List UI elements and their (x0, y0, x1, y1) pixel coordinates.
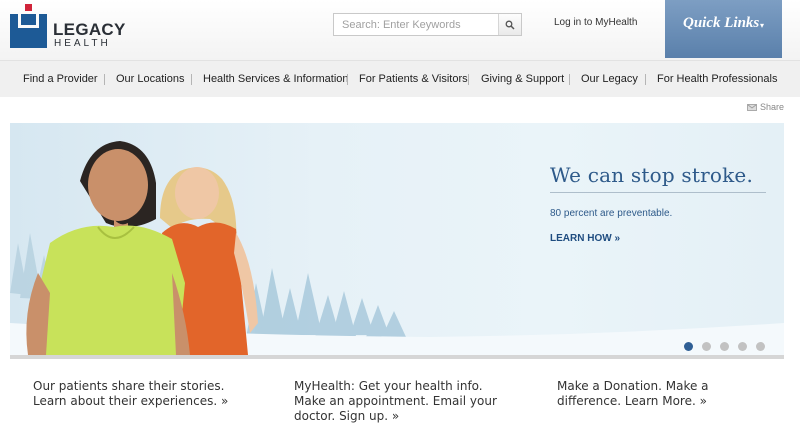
hero-image (10, 141, 784, 355)
blurb-line: doctor. Sign up. » (294, 409, 400, 423)
patient-stories-link[interactable]: Our patients share their stories. Learn … (33, 379, 228, 409)
login-myhealth-link[interactable]: Log in to MyHealth (554, 17, 637, 28)
nav-separator (347, 74, 348, 85)
blurb-line: MyHealth: Get your health info. (294, 379, 483, 393)
learn-how-link[interactable]: LEARN HOW » (550, 233, 620, 244)
blurb-line: Make an appointment. Email your (294, 394, 497, 408)
envelope-icon (747, 103, 757, 111)
nav-separator (104, 74, 105, 85)
carousel-pagination (684, 342, 765, 351)
nav-separator (191, 74, 192, 85)
myhealth-signup-link[interactable]: MyHealth: Get your health info. Make an … (294, 379, 497, 424)
quick-links-button[interactable]: Quick Links ▾ (665, 0, 782, 58)
carousel-dot-4[interactable] (738, 342, 747, 351)
search-box (333, 13, 522, 36)
nav-separator (645, 74, 646, 85)
main-nav: Find a Provider Our Locations Health Ser… (0, 60, 800, 97)
blurb-line: Our patients share their stories. (33, 379, 225, 393)
search-input[interactable] (334, 14, 498, 35)
hero-title: We can stop stroke. (550, 163, 753, 187)
site-header: LEGACY HEALTH Log in to MyHealth Quick L… (0, 0, 800, 60)
logo-mark-icon (10, 4, 47, 48)
share-label: Share (760, 102, 785, 112)
legacy-health-logo[interactable]: LEGACY HEALTH (10, 4, 125, 50)
search-button[interactable] (498, 14, 521, 35)
hero-divider (550, 192, 766, 193)
nav-item-find-a-provider[interactable]: Find a Provider (23, 73, 98, 85)
nav-separator (468, 74, 469, 85)
donation-link[interactable]: Make a Donation. Make a difference. Lear… (557, 379, 709, 409)
magnifier-icon (505, 20, 515, 30)
chevron-down-icon: ▾ (760, 21, 765, 30)
logo-wordmark: LEGACY (53, 20, 126, 39)
nav-separator (569, 74, 570, 85)
share-link[interactable]: Share (747, 102, 784, 112)
nav-item-patients-visitors[interactable]: For Patients & Visitors (359, 73, 468, 85)
woman-green-figure (26, 141, 190, 355)
nav-item-our-legacy[interactable]: Our Legacy (581, 73, 638, 85)
hero-subtitle: 80 percent are preventable. (550, 208, 673, 219)
nav-item-health-professionals[interactable]: For Health Professionals (657, 73, 777, 85)
nav-item-our-locations[interactable]: Our Locations (116, 73, 184, 85)
carousel-dot-1[interactable] (684, 342, 693, 351)
nav-item-health-services[interactable]: Health Services & Information (203, 73, 349, 85)
logo-subword: HEALTH (54, 38, 111, 49)
blurb-line: difference. Learn More. » (557, 394, 707, 408)
carousel-dot-5[interactable] (756, 342, 765, 351)
quick-links-label: Quick Links (683, 15, 760, 31)
section-divider (10, 355, 784, 359)
carousel-dot-3[interactable] (720, 342, 729, 351)
blurb-line: Make a Donation. Make a (557, 379, 709, 393)
carousel-dot-2[interactable] (702, 342, 711, 351)
nav-item-giving-support[interactable]: Giving & Support (481, 73, 564, 85)
blurb-line: Learn about their experiences. » (33, 394, 229, 408)
hero-carousel[interactable]: We can stop stroke. 80 percent are preve… (10, 123, 784, 355)
